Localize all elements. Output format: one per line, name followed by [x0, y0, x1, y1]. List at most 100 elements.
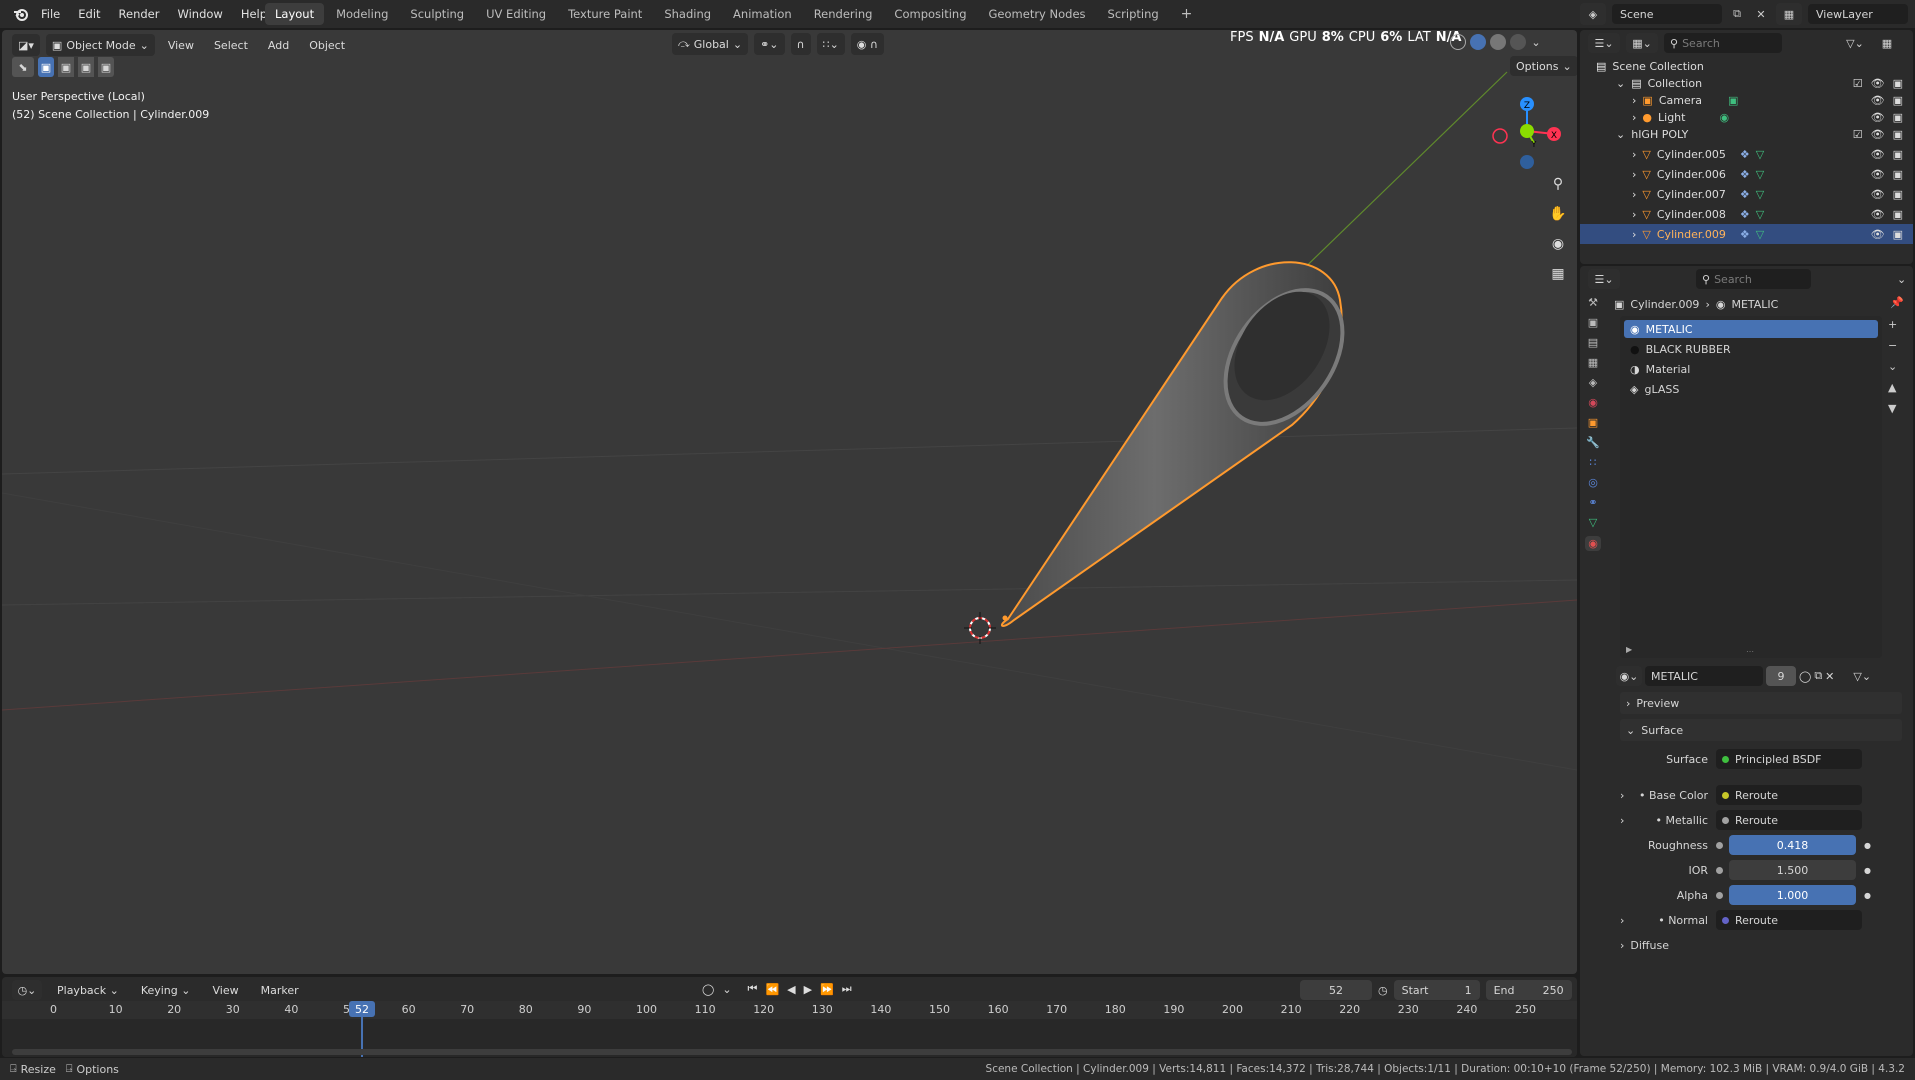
tab-world-icon[interactable]: ◉	[1588, 396, 1598, 409]
tab-modeling[interactable]: Modeling	[326, 3, 398, 25]
tab-object-icon[interactable]: ▣	[1588, 416, 1598, 429]
tab-scene-icon[interactable]: ◈	[1589, 376, 1597, 389]
select-box-tool-icon[interactable]: ⬊	[12, 57, 34, 77]
timeline-scrollbar[interactable]	[12, 1049, 1572, 1055]
tree-item-cylinder-005[interactable]: › ▽ Cylinder.005 ❖ ▽ 👁 ▣	[1580, 144, 1913, 164]
outliner-editor-icon[interactable]: ☰⌄	[1588, 33, 1620, 53]
outliner-search-field[interactable]: ⚲ Search	[1664, 33, 1782, 53]
menu-view[interactable]: View	[161, 39, 201, 52]
tree-item-cylinder-006[interactable]: › ▽ Cylinder.006 ❖ ▽ 👁 ▣	[1580, 164, 1913, 184]
snap-target-icon[interactable]: ∷⌄	[816, 33, 845, 55]
jump-prev-keyframe-icon[interactable]: ⏪	[765, 983, 779, 996]
keyframe-dot-icon[interactable]: ●	[1864, 866, 1871, 875]
slot-specials-icon[interactable]: ⌄	[1888, 360, 1897, 373]
play-reverse-icon[interactable]: ◀	[787, 983, 795, 996]
surface-panel-header[interactable]: ⌄ Surface	[1620, 719, 1902, 741]
resize-handle-icon[interactable]: ⋯	[1746, 647, 1754, 656]
blender-logo-icon[interactable]	[10, 0, 32, 28]
select-mode-subtract-icon[interactable]: ▣	[78, 57, 94, 77]
jump-next-keyframe-icon[interactable]: ⏩	[820, 983, 834, 996]
eye-icon[interactable]: 👁	[1871, 77, 1885, 90]
stopwatch-icon[interactable]: ◷	[1378, 984, 1388, 997]
cylinder-object[interactable]	[1000, 261, 1367, 627]
play-icon[interactable]: ▶	[804, 983, 812, 996]
display-mode-icon[interactable]: ▦⌄	[1626, 33, 1658, 53]
eye-icon[interactable]: 👁	[1871, 188, 1885, 201]
tab-particles-icon[interactable]: ∷	[1590, 456, 1597, 469]
filter-icon[interactable]: ▽⌄	[1838, 37, 1872, 50]
move-down-icon[interactable]: ▼	[1888, 402, 1897, 415]
input-link-field[interactable]: Reroute	[1716, 810, 1862, 830]
timeline-track-area[interactable]: 0 10 20 30 40 5 60 70 80 90 100 110 120 130 140 150 160 1…	[2, 1001, 1577, 1057]
input-link-field[interactable]: Reroute	[1716, 910, 1862, 930]
tab-view-layer-icon[interactable]: ▦	[1588, 356, 1598, 369]
preview-panel-header[interactable]: › Preview	[1620, 692, 1902, 714]
material-link-icon[interactable]: ▽⌄	[1853, 670, 1871, 683]
material-shading-icon[interactable]	[1490, 34, 1506, 50]
input-link-field[interactable]: Reroute	[1716, 785, 1862, 805]
checkbox-icon[interactable]: ☑	[1853, 77, 1863, 90]
select-mode-extend-icon[interactable]: ▣	[58, 57, 74, 77]
eye-icon[interactable]: 👁	[1871, 228, 1885, 241]
new-collection-icon[interactable]: ▦	[1878, 37, 1896, 50]
properties-editor-icon[interactable]: ☰⌄	[1588, 269, 1620, 289]
chevron-down-icon[interactable]: ⌄	[1530, 36, 1542, 49]
tree-item-cylinder-008[interactable]: › ▽ Cylinder.008 ❖ ▽ 👁 ▣	[1580, 204, 1913, 224]
material-slot-material[interactable]: ◑ Material	[1624, 360, 1878, 378]
proportional-edit-icon[interactable]: ◉ ∩	[850, 33, 884, 55]
navigation-gizmo[interactable]: Z X Y	[1482, 86, 1572, 176]
current-frame-field[interactable]: 52	[1300, 980, 1372, 1000]
tree-item-cylinder-007[interactable]: › ▽ Cylinder.007 ❖ ▽ 👁 ▣	[1580, 184, 1913, 204]
chevron-down-icon[interactable]: ⌄	[722, 983, 731, 996]
tab-sculpting[interactable]: Sculpting	[400, 3, 474, 25]
eye-icon[interactable]: 👁	[1871, 168, 1885, 181]
eye-icon[interactable]: 👁	[1871, 94, 1885, 107]
zoom-icon[interactable]: ⚲	[1546, 172, 1570, 196]
camera-render-icon[interactable]: ▣	[1893, 148, 1903, 161]
eye-icon[interactable]: 👁	[1871, 148, 1885, 161]
menu-marker[interactable]: Marker	[254, 984, 306, 997]
options-dropdown[interactable]: Options ⌄	[1510, 56, 1577, 76]
tab-texture-paint[interactable]: Texture Paint	[558, 3, 652, 25]
material-slot-list[interactable]: ◉ METALIC ● BLACK RUBBER ◑ Material ◈ gLASS …	[1620, 316, 1882, 658]
jump-end-icon[interactable]: ⏭	[842, 982, 852, 996]
material-users-count[interactable]: 9	[1766, 666, 1796, 686]
chevron-right-icon[interactable]: ›	[1620, 814, 1634, 827]
duplicate-material-icon[interactable]: ⧉	[1814, 669, 1822, 683]
tab-tool-icon[interactable]: ⚒	[1588, 296, 1598, 309]
menu-object[interactable]: Object	[302, 39, 352, 52]
tab-constraints-icon[interactable]: ⚭	[1588, 496, 1597, 509]
chevron-right-icon[interactable]: ›	[1620, 789, 1634, 802]
tree-item-high-poly[interactable]: ⌄ hIGH POLY ☑ 👁 ▣	[1580, 124, 1913, 144]
camera-render-icon[interactable]: ▣	[1893, 188, 1903, 201]
viewlayer-name-field[interactable]: ViewLayer	[1808, 4, 1908, 24]
tab-compositing[interactable]: Compositing	[884, 3, 976, 25]
menu-keying[interactable]: Keying ⌄	[134, 984, 198, 997]
menu-select[interactable]: Select	[207, 39, 255, 52]
jump-start-icon[interactable]: ⏮	[748, 982, 758, 996]
scene-icon[interactable]: ◈	[1580, 3, 1606, 25]
material-slot-metalic[interactable]: ◉ METALIC	[1624, 320, 1878, 338]
3d-viewport[interactable]: ◪▾ ▣ Object Mode ⌄ View Select Add Objec…	[2, 30, 1577, 974]
add-workspace-button[interactable]: +	[1171, 3, 1203, 25]
expand-list-icon[interactable]: ▶	[1626, 645, 1632, 654]
tree-item-cylinder-009[interactable]: › ▽ Cylinder.009 ❖ ▽ 👁 ▣	[1580, 224, 1913, 244]
material-slot-glass[interactable]: ◈ gLASS	[1624, 380, 1878, 398]
viewlayer-icon[interactable]: ▦	[1776, 3, 1802, 25]
unlink-material-icon[interactable]: ✕	[1825, 670, 1834, 683]
tab-data-icon[interactable]: ▽	[1589, 516, 1597, 529]
tab-shading[interactable]: Shading	[654, 3, 721, 25]
menu-playback[interactable]: Playback ⌄	[50, 984, 126, 997]
checkbox-icon[interactable]: ☑	[1853, 128, 1863, 141]
start-frame-field[interactable]: Start 1	[1393, 980, 1480, 1000]
material-slot-black-rubber[interactable]: ● BLACK RUBBER	[1624, 340, 1878, 358]
camera-view-icon[interactable]: ◉	[1546, 232, 1570, 256]
tab-physics-icon[interactable]: ◎	[1588, 476, 1598, 489]
orientation-dropdown[interactable]: ⤼ Global ⌄	[672, 33, 749, 55]
keyframe-dot-icon[interactable]: ●	[1864, 891, 1871, 900]
new-scene-icon[interactable]: ⧉	[1728, 7, 1746, 21]
tab-animation[interactable]: Animation	[723, 3, 802, 25]
tab-layout[interactable]: Layout	[265, 3, 325, 25]
browse-material-icon[interactable]: ◉⌄	[1616, 666, 1642, 686]
camera-render-icon[interactable]: ▣	[1893, 77, 1903, 90]
